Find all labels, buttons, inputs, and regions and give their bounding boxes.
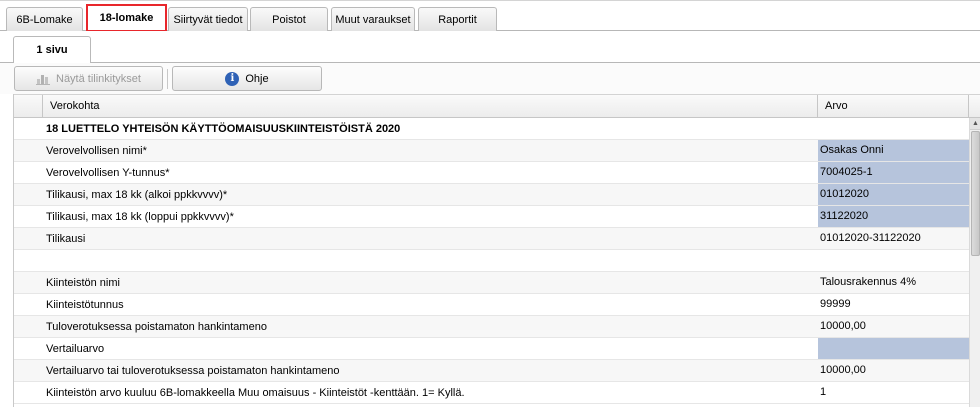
row-label: Tilikausi [46,233,86,245]
grid-body: 18 LUETTELO YHTEISÖN KÄYTTÖOMAISUUSKIINT… [14,118,969,407]
vertical-scrollbar[interactable]: ▲ [969,118,980,407]
row-value: 99999 [820,298,851,310]
table-row: 18 LUETTELO YHTEISÖN KÄYTTÖOMAISUUSKIINT… [14,118,969,140]
taxpayer-name-field[interactable]: Osakas Onni [818,140,969,161]
row-label: Tilikausi, max 18 kk (loppui ppkkvvvv)* [46,211,234,223]
row-value: 01012020-31122020 [820,232,921,244]
table-row: Vertailuarvo [14,338,969,360]
bar-chart-icon [36,74,50,85]
row-header-corner [14,95,43,117]
table-row: Kiinteistötunnus 99999 [14,294,969,316]
row-value: 1 [820,386,827,398]
tab-muut-varaukset[interactable]: Muut varaukset [331,7,415,31]
show-accounts-button[interactable]: Näytä tilinkitykset [14,66,163,91]
tab-18-lomake[interactable]: 18-lomake [86,4,167,32]
toolbar: Näytä tilinkitykset i Ohje [0,63,980,94]
comparison-value-field[interactable] [818,338,969,359]
scrollbar-thumb[interactable] [971,131,980,256]
tab-poistot[interactable]: Poistot [250,7,328,31]
row-value: 10000,00 [820,320,866,332]
tab-6b-lomake[interactable]: 6B-Lomake [6,7,83,31]
table-row: Vertailuarvo tai tuloverotuksessa poista… [14,360,969,382]
table-row: Verovelvollisen nimi* Osakas Onni [14,140,969,162]
row-value: 10000,00 [820,364,866,376]
row-label: Verovelvollisen nimi* [46,145,147,157]
top-tab-strip: 6B-Lomake 18-lomake Siirtyvät tiedot Poi… [0,0,980,32]
row-label: Kiinteistötunnus [46,299,124,311]
table-row: Kiinteistön nimi Talousrakennus 4% [14,272,969,294]
toolbar-separator [167,69,168,89]
table-row: Verovelvollisen Y-tunnus* 7004025-1 [14,162,969,184]
show-accounts-label: Näytä tilinkitykset [56,72,141,85]
row-label: 18 LUETTELO YHTEISÖN KÄYTTÖOMAISUUSKIINT… [46,123,401,135]
scroll-up-arrow-icon[interactable]: ▲ [970,118,980,130]
row-label: Tuloverotuksessa poistamaton hankintamen… [46,321,267,333]
form-grid: Verokohta Arvo 18 LUETTELO YHTEISÖN KÄYT… [13,94,980,407]
row-label: Vertailuarvo [46,343,105,355]
table-row: Tilikausi 01012020-31122020 [14,228,969,250]
row-label: Kiinteistön arvo kuuluu 6B-lomakkeella M… [46,387,465,399]
grid-header: Verokohta Arvo [14,94,980,118]
row-label: Vertailuarvo tai tuloverotuksessa poista… [46,365,340,377]
period-start-field[interactable]: 01012020 [818,184,969,205]
tab-siirtyvat-tiedot[interactable]: Siirtyvät tiedot [168,7,248,31]
row-value: Talousrakennus 4% [820,276,917,288]
table-row: Tilikausi, max 18 kk (loppui ppkkvvvv)* … [14,206,969,228]
tab-raportit[interactable]: Raportit [418,7,497,31]
column-header-arvo[interactable]: Arvo [819,95,969,117]
sub-tab-strip: 1 sivu [0,31,980,64]
row-value [818,250,969,271]
info-icon: i [225,71,240,86]
period-end-field[interactable]: 31122020 [818,206,969,227]
column-header-verokohta[interactable]: Verokohta [44,95,818,117]
row-value [818,118,969,139]
help-button[interactable]: i Ohje [172,66,322,91]
tab-1-sivu[interactable]: 1 sivu [13,36,91,64]
table-row: Tilikausi, max 18 kk (alkoi ppkkvvvv)* 0… [14,184,969,206]
business-id-field[interactable]: 7004025-1 [818,162,969,183]
help-label: Ohje [245,72,269,85]
table-row [14,250,969,272]
table-row: Tuloverotuksessa poistamaton hankintamen… [14,316,969,338]
row-label: Tilikausi, max 18 kk (alkoi ppkkvvvv)* [46,189,228,201]
table-row: Kiinteistön arvo kuuluu 6B-lomakkeella M… [14,382,969,404]
row-label: Kiinteistön nimi [46,277,120,289]
row-label: Verovelvollisen Y-tunnus* [46,167,170,179]
